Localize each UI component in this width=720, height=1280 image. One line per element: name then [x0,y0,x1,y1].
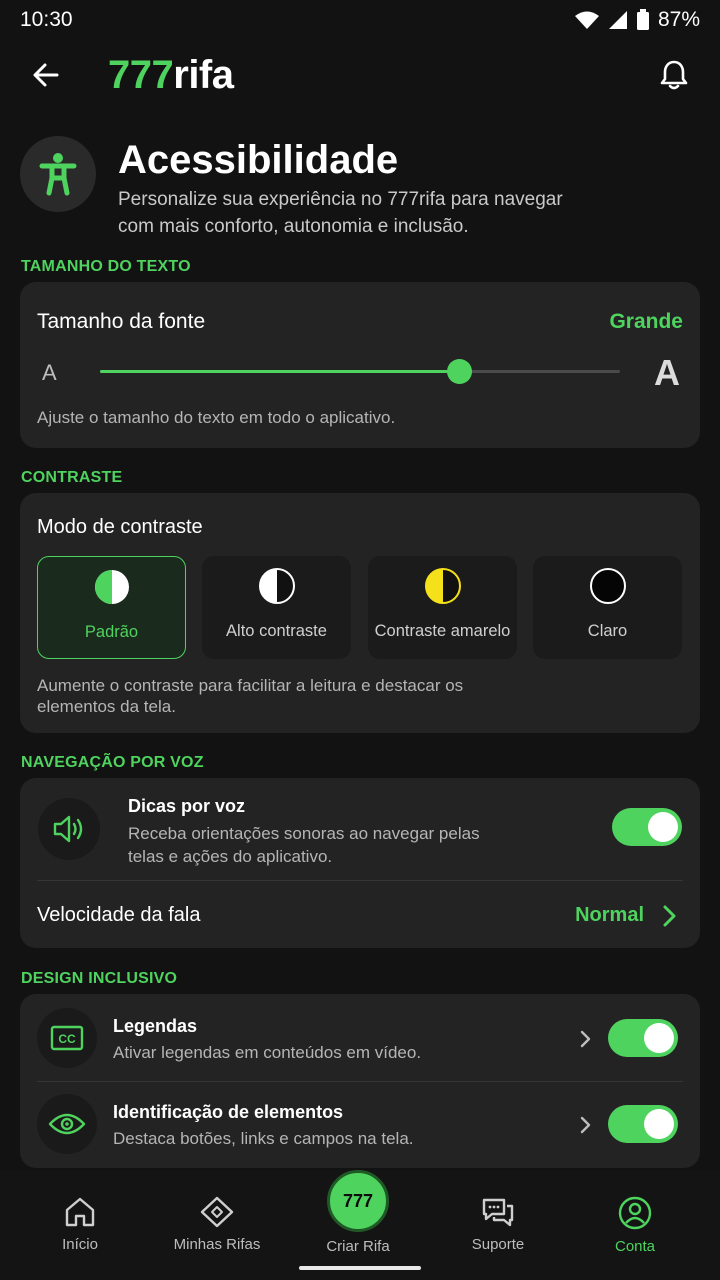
toggle-knob [648,812,678,842]
voice-tips-toggle[interactable] [612,808,682,846]
logo-text: rifa [173,52,234,97]
captions-toggle[interactable] [608,1019,678,1057]
voice-navigation-card: Dicas por voz Receba orientações sonoras… [20,778,700,948]
half-circle-yellow-icon [424,568,461,604]
nav-my-raffles-label: Minhas Rifas [173,1236,261,1253]
page-title: Acessibilidade [118,138,399,182]
captions-title: Legendas [113,1016,198,1036]
app-logo: 777rifa [108,53,234,98]
chevron-right-icon [580,1030,591,1048]
accessibility-icon [39,153,77,196]
wifi-icon [574,11,599,29]
chat-bubbles-icon [482,1198,514,1227]
toggle-knob [644,1023,674,1053]
captions-icon-badge: CC [37,1008,97,1068]
nav-account[interactable]: Conta [580,1196,690,1255]
chevron-right-icon [663,905,676,927]
font-size-hint: Ajuste o tamanho do texto em todo o apli… [37,408,396,427]
back-button[interactable] [26,55,66,95]
chevron-right-icon [580,1116,591,1134]
status-bar: 10:30 87% [0,0,720,40]
section-contrast: CONTRASTE [21,469,123,486]
large-a-label: A [654,352,680,393]
contrast-mode-label: Modo de contraste [37,516,203,538]
contrast-option-label: Contraste amarelo [374,622,511,640]
section-inclusive-design: DESIGN INCLUSIVO [21,970,178,987]
voice-tips-title: Dicas por voz [128,796,246,816]
eye-icon [48,1113,86,1135]
bottom-navigation: Início Minhas Rifas 777 Criar Rifa Supor… [0,1170,720,1280]
nav-support-label: Suporte [471,1236,525,1253]
speech-speed-label: Velocidade da fala [37,904,201,926]
home-indicator [299,1266,421,1270]
cc-icon: CC [50,1025,84,1051]
contrast-hint: Aumente o contraste para facilitar a lei… [37,676,464,716]
contrast-option-label: Claro [587,622,628,640]
element-identification-title: Identificação de elementos [113,1102,344,1122]
home-icon [65,1197,95,1227]
accessibility-badge [20,136,96,212]
page-subtitle: Personalize sua experiência no 777rifa p… [118,189,563,237]
contrast-option-default[interactable]: Padrão [37,556,186,659]
font-size-card: Tamanho da fonte Grande A A Ajuste o tam… [20,282,700,448]
battery-icon [636,9,649,30]
contrast-option-yellow[interactable]: Contraste amarelo [368,556,517,659]
contrast-card: Modo de contraste Padrão Alto contraste … [20,493,700,733]
notifications-button[interactable] [654,55,694,95]
font-size-slider[interactable] [100,359,620,384]
contrast-option-high[interactable]: Alto contraste [202,556,351,659]
nav-home-label: Início [62,1236,98,1253]
contrast-option-light[interactable]: Claro [533,556,682,659]
font-size-label: Tamanho da fonte [37,310,206,333]
top-bar: 777rifa [0,44,720,106]
small-a-label: A [42,360,57,385]
font-size-value: Grande [609,310,683,333]
voice-tips-description: Receba orientações sonoras ao navegar pe… [128,824,480,866]
section-text-size: TAMANHO DO TEXTO [21,258,191,275]
nav-home[interactable]: Início [25,1196,135,1253]
inclusive-design-card: CC Legendas Ativar legendas em conteúdos… [20,994,700,1168]
create-raffle-badge: 777 [342,1190,374,1211]
status-icons: 87% [574,8,700,32]
logo-number: 777 [108,52,174,97]
element-identification-toggle[interactable] [608,1105,678,1143]
circle-outline-icon [589,568,626,604]
arrow-left-icon [33,63,59,87]
signal-icon [608,11,627,29]
voice-icon-badge [38,798,100,860]
element-identification-icon-badge [37,1094,97,1154]
slider-fill [100,370,459,373]
bell-icon [660,60,688,90]
nav-support[interactable]: Suporte [443,1196,553,1253]
captions-description: Ativar legendas em conteúdos em vídeo. [113,1043,422,1062]
contrast-option-label: Alto contraste [226,622,327,640]
divider [37,880,683,881]
page-header: Acessibilidade Personalize sua experiênc… [20,136,700,246]
speech-speed-value: Normal [575,904,644,926]
user-icon [618,1196,652,1230]
slider-thumb[interactable] [446,359,472,384]
half-circle-white-icon [258,568,295,604]
divider [37,1081,683,1082]
nav-create-raffle-label[interactable]: Criar Rifa [300,1238,416,1255]
contrast-option-label: Padrão [84,623,139,641]
status-time: 10:30 [20,8,73,31]
ticket-icon [200,1196,234,1228]
nav-my-raffles[interactable]: Minhas Rifas [162,1196,272,1253]
section-voice-navigation: NAVEGAÇÃO POR VOZ [21,754,204,771]
element-identification-description: Destaca botões, links e campos na tela. [113,1129,414,1148]
battery-level: 87% [657,8,700,31]
half-circle-green-icon [94,570,129,604]
create-raffle-button[interactable]: 777 [327,1170,389,1232]
nav-account-label: Conta [614,1238,656,1255]
speaker-icon [53,815,83,843]
toggle-knob [644,1109,674,1139]
svg-text:CC: CC [58,1032,76,1046]
